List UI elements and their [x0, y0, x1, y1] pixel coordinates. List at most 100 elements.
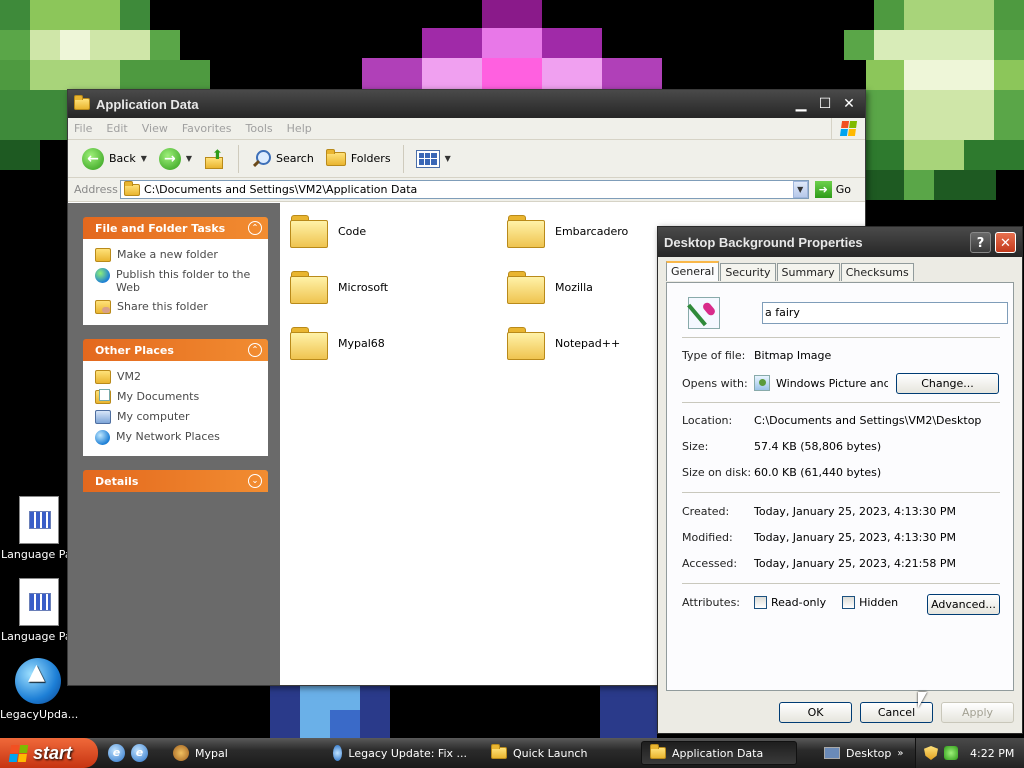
views-button[interactable]: ▼: [412, 148, 455, 170]
panel-title: File and Folder Tasks: [95, 221, 226, 235]
apply-button[interactable]: Apply: [941, 702, 1014, 723]
folder-item-embarcadero[interactable]: Embarcadero: [507, 215, 628, 248]
network-icon[interactable]: [944, 746, 958, 760]
type-value: Bitmap Image: [754, 349, 832, 362]
address-dropdown-button[interactable]: ▼: [792, 181, 808, 198]
other-places-panel: Other Places ⌃ VM2 My Documents My compu…: [83, 339, 268, 456]
panel-title: Other Places: [95, 343, 174, 357]
clock[interactable]: 4:22 PM: [970, 747, 1014, 760]
location-label: Location:: [682, 414, 733, 427]
menu-help[interactable]: Help: [287, 122, 312, 135]
tab-general[interactable]: General: [666, 261, 720, 281]
desktop-toolbar[interactable]: Desktop »: [816, 741, 912, 765]
menu-file[interactable]: File: [74, 122, 92, 135]
folder-item-notepadpp[interactable]: Notepad++: [507, 327, 621, 360]
chevron-down-icon[interactable]: ▼: [186, 154, 192, 163]
divider: [682, 402, 1000, 403]
quick-launch: e e: [108, 744, 148, 762]
up-button[interactable]: ⬆: [200, 146, 230, 172]
divider: [682, 492, 1000, 493]
task-label: Make a new folder: [117, 248, 218, 261]
folder-label: Notepad++: [555, 336, 621, 350]
advanced-button[interactable]: Advanced...: [927, 594, 1000, 615]
go-button[interactable]: ➜ Go: [814, 181, 851, 198]
menu-edit[interactable]: Edit: [106, 122, 127, 135]
details-header[interactable]: Details ⌄: [83, 470, 268, 492]
accessed-label: Accessed:: [682, 557, 738, 570]
folder-label: Mozilla: [555, 280, 593, 294]
ok-button[interactable]: OK: [779, 702, 852, 723]
close-button[interactable]: ✕: [839, 94, 859, 114]
browser-quick-launch-icon[interactable]: e: [131, 744, 148, 762]
opens-with-value: Windows Picture and Fax Viewer: [776, 376, 888, 390]
internet-explorer-icon: [333, 745, 343, 761]
legacy-update-icon: [15, 658, 61, 704]
hidden-label: Hidden: [859, 596, 899, 609]
change-button[interactable]: Change...: [896, 373, 999, 394]
minimize-button[interactable]: ▁: [791, 94, 811, 114]
place-label: My Network Places: [116, 430, 220, 443]
taskbar-button-mypal[interactable]: Mypal: [165, 741, 315, 765]
hidden-checkbox[interactable]: [842, 596, 856, 609]
folder-icon: [74, 95, 90, 110]
search-button[interactable]: Search: [247, 147, 318, 171]
folders-button[interactable]: Folders: [322, 148, 395, 168]
collapse-icon[interactable]: ⌃: [248, 343, 262, 357]
dialog-titlebar[interactable]: Desktop Background Properties ? ✕: [658, 227, 1022, 257]
menu-favorites[interactable]: Favorites: [182, 122, 232, 135]
folder-item-mozilla[interactable]: Mozilla: [507, 271, 593, 304]
properties-dialog: Desktop Background Properties ? ✕ Genera…: [657, 226, 1023, 734]
file-folder-tasks-header[interactable]: File and Folder Tasks ⌃: [83, 217, 268, 239]
address-label: Address: [74, 183, 118, 196]
task-make-new-folder[interactable]: Make a new folder: [95, 245, 260, 265]
place-my-documents[interactable]: My Documents: [95, 387, 260, 407]
go-label: Go: [835, 183, 851, 196]
file-name-input[interactable]: a fairy: [762, 302, 1008, 324]
file-folder-tasks-panel: File and Folder Tasks ⌃ Make a new folde…: [83, 217, 268, 325]
tab-security[interactable]: Security: [720, 263, 776, 281]
menu-view[interactable]: View: [142, 122, 168, 135]
folder-item-mypal68[interactable]: Mypal68: [290, 327, 385, 360]
folder-icon: [507, 327, 545, 360]
collapse-icon[interactable]: ⌃: [248, 221, 262, 235]
created-row: Created: Today, January 25, 2023, 4:13:3…: [682, 505, 956, 518]
place-my-network-places[interactable]: My Network Places: [95, 427, 260, 448]
start-button[interactable]: start: [0, 738, 98, 768]
desktop-icon-legacy-update[interactable]: LegacyUpda...: [0, 658, 78, 721]
desktop-icon-language-pack-1[interactable]: Language Pack Multi 34 For ...: [1, 496, 77, 561]
maximize-button[interactable]: ☐: [815, 94, 835, 114]
go-arrow-icon: ➜: [814, 181, 832, 198]
folder-icon: [290, 327, 328, 360]
menu-tools[interactable]: Tools: [246, 122, 273, 135]
other-places-header[interactable]: Other Places ⌃: [83, 339, 268, 361]
place-vm2[interactable]: VM2: [95, 367, 260, 387]
readonly-checkbox[interactable]: [754, 596, 767, 609]
back-button[interactable]: ← Back ▼: [78, 146, 151, 172]
chevron-down-icon[interactable]: ▼: [141, 154, 147, 163]
taskbar-button-legacy-update[interactable]: Legacy Update: Fix ...: [325, 741, 475, 765]
folder-item-code[interactable]: Code: [290, 215, 366, 248]
dialog-close-button[interactable]: ✕: [995, 231, 1016, 253]
desktop-icon-language-pack-2[interactable]: Language Pack Multi 34 For ...: [1, 578, 77, 643]
size-on-disk-label: Size on disk:: [682, 466, 752, 479]
tab-checksums[interactable]: Checksums: [840, 263, 914, 281]
help-button[interactable]: ?: [970, 231, 991, 253]
tab-summary[interactable]: Summary: [776, 263, 840, 281]
internet-explorer-icon[interactable]: e: [108, 744, 125, 762]
taskbar-button-label: Quick Launch: [513, 746, 588, 760]
taskbar-button-application-data[interactable]: Application Data: [641, 741, 797, 765]
system-tray: 4:22 PM: [915, 738, 1024, 768]
taskbar-button-quick-launch[interactable]: Quick Launch: [483, 741, 633, 765]
folder-item-microsoft[interactable]: Microsoft: [290, 271, 388, 304]
task-share-folder[interactable]: Share this folder: [95, 297, 260, 317]
place-my-computer[interactable]: My computer: [95, 407, 260, 427]
expand-icon[interactable]: ⌄: [248, 474, 262, 488]
attributes-row: Attributes: Read-only Hidden: [682, 596, 898, 609]
security-shield-icon[interactable]: [924, 746, 938, 760]
task-publish-to-web[interactable]: Publish this folder to the Web: [95, 265, 260, 297]
forward-button[interactable]: → ▼: [155, 146, 196, 172]
chevron-right-icon[interactable]: »: [897, 748, 903, 759]
divider: [682, 337, 1000, 338]
address-input[interactable]: C:\Documents and Settings\VM2\Applicatio…: [120, 180, 809, 199]
explorer-titlebar[interactable]: Application Data ▁ ☐ ✕: [68, 90, 865, 118]
